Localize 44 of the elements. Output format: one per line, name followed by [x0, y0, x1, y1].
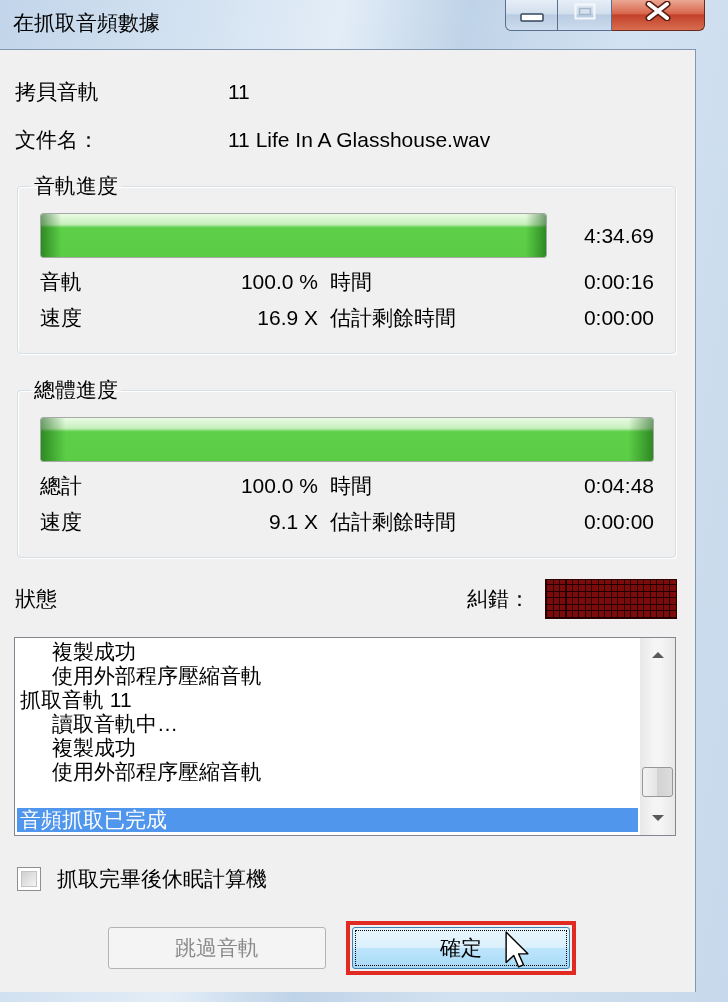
stat-label: 時間: [329, 473, 373, 499]
stat-value: 0:04:48: [583, 473, 654, 499]
scroll-thumb[interactable]: [642, 767, 673, 797]
stat-label: 估計剩餘時間: [329, 305, 457, 331]
scroll-down-icon[interactable]: [650, 814, 665, 822]
stat-value: 0:00:00: [583, 305, 654, 331]
close-icon: [643, 1, 673, 21]
checkbox-label[interactable]: 抓取完畢後休眠計算機: [57, 865, 267, 893]
log-entry[interactable]: 使用外部程序壓縮音軌: [17, 664, 638, 688]
stat-value: 100.0 %: [239, 473, 318, 499]
log-entry[interactable]: 複製成功: [17, 736, 638, 760]
info-value: 11: [228, 80, 251, 104]
close-button[interactable]: [612, 0, 705, 31]
minimize-button[interactable]: [505, 0, 558, 31]
stat-label: 速度: [40, 305, 83, 331]
maximize-icon: [573, 2, 596, 20]
status-label: 狀態: [14, 586, 58, 612]
stat-value: 0:00:00: [583, 509, 654, 535]
error-label: 糾錯：: [467, 586, 530, 612]
stat-value: 9.1 X: [267, 509, 318, 535]
minimize-icon: [519, 13, 544, 22]
stat-label: 時間: [329, 269, 373, 295]
info-label: 文件名：: [15, 127, 100, 153]
stat-value: 16.9 X: [256, 305, 318, 331]
info-value: 11 Life In A Glasshouse.wav: [228, 128, 492, 152]
info-label: 拷貝音軌: [15, 79, 100, 105]
group-title: 總體進度: [33, 378, 119, 402]
dialog-button[interactable]: 確定: [352, 927, 570, 969]
stat-label: 總計: [40, 473, 83, 499]
window-title: 在抓取音頻數據: [12, 10, 161, 36]
log-entry[interactable]: 讀取音軌中…: [17, 712, 638, 736]
stat-value: 0:00:16: [583, 269, 654, 295]
log-entry[interactable]: 抓取音軌 11: [17, 688, 638, 712]
cursor-icon: [505, 931, 529, 968]
log-entry[interactable]: 使用外部程序壓縮音軌: [17, 760, 638, 784]
stat-value: 100.0 %: [239, 269, 318, 295]
stat-label: 音軌: [40, 269, 83, 295]
scroll-up-icon[interactable]: [650, 651, 665, 659]
stat-label: 估計剩餘時間: [329, 509, 457, 535]
time-reading: 4:34.69: [582, 223, 654, 248]
group-title: 音軌進度: [33, 174, 119, 198]
checkbox[interactable]: [17, 867, 41, 891]
stat-label: 速度: [40, 509, 83, 535]
log-entry[interactable]: 複製成功: [17, 640, 638, 664]
